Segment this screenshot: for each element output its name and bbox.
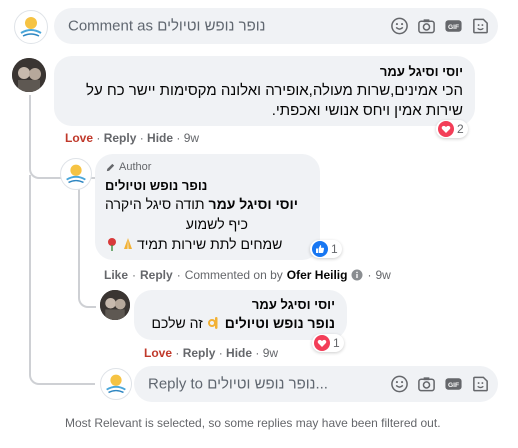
reply-button[interactable]: Reply xyxy=(104,131,137,145)
reply-button[interactable]: Reply xyxy=(183,346,216,360)
pray-emoji-icon xyxy=(124,238,132,249)
commented-on-by-label: Commented on by xyxy=(184,268,283,282)
author-pencil-icon xyxy=(106,163,115,171)
svg-text:GIF: GIF xyxy=(448,24,459,31)
emoji-icon[interactable] xyxy=(390,17,409,36)
reaction-count-value: 2 xyxy=(457,122,464,136)
author-badge: Author xyxy=(105,161,151,173)
reply-text: זה שלכם xyxy=(151,315,203,331)
reply-actions: Love · Reply · Hide · 9w xyxy=(144,346,279,360)
page-avatar[interactable] xyxy=(14,10,48,44)
comment-author[interactable]: יוסי וסיגל עמר xyxy=(380,64,463,79)
love-button[interactable]: Love xyxy=(65,131,93,145)
reaction-count-value: 1 xyxy=(333,336,340,350)
comment-actions: Love · Reply · Hide · 9w xyxy=(65,131,200,145)
camera-icon[interactable] xyxy=(417,17,436,36)
reply-bubble: Author נופר נופש וטיולים יוסי וסיגל עמר … xyxy=(95,154,320,260)
avatar[interactable] xyxy=(100,290,130,320)
info-icon[interactable] xyxy=(351,269,363,281)
thread-line xyxy=(78,186,96,308)
heart-reaction-icon xyxy=(314,335,330,351)
like-button[interactable]: Like xyxy=(104,268,128,282)
emoji-icon[interactable] xyxy=(390,375,409,394)
timestamp[interactable]: 9w xyxy=(184,131,199,145)
timestamp[interactable]: 9w xyxy=(263,346,278,360)
reply-text: תודה סיגל היקרה xyxy=(105,196,205,212)
reply-text: שמחים לתת שירות תמיד xyxy=(137,236,283,252)
reply-input[interactable]: Reply to נופר נופש וטיולים... GIF xyxy=(134,366,498,402)
brand-logo-icon xyxy=(66,164,86,184)
reply-input-placeholder: Reply to נופר נופש וטיולים... xyxy=(148,375,328,393)
reply-text-line: כיף לשמוע xyxy=(185,216,248,232)
reaction-count[interactable]: 2 xyxy=(436,120,468,138)
comment-input[interactable]: Comment as נופר נופש וטיולים GIF xyxy=(54,8,498,44)
camera-icon[interactable] xyxy=(417,375,436,394)
timestamp[interactable]: 9w xyxy=(375,268,390,282)
reply-text-line: שמחים לתת שירות תמיד xyxy=(105,236,282,252)
reaction-count-value: 1 xyxy=(331,242,338,256)
heart-reaction-icon xyxy=(438,121,454,137)
reply-text-line: יוסי וסיגל עמר תודה סיגל היקרה xyxy=(105,196,298,212)
hide-button[interactable]: Hide xyxy=(147,131,173,145)
sticker-icon[interactable] xyxy=(471,17,490,36)
comment-input-placeholder: Comment as נופר נופש וטיולים xyxy=(68,17,266,35)
reply-author[interactable]: נופר נופש וטיולים xyxy=(105,178,207,193)
svg-text:GIF: GIF xyxy=(448,382,459,389)
gif-icon[interactable]: GIF xyxy=(444,17,463,36)
reply-author[interactable]: יוסי וסיגל עמר xyxy=(252,297,335,312)
page-avatar[interactable] xyxy=(60,158,92,190)
reaction-count[interactable]: 1 xyxy=(312,334,344,352)
user-photo-icon xyxy=(100,290,130,320)
reply-text-line: נופר נופש וטיולים זה שלכם xyxy=(152,315,335,331)
like-reaction-icon xyxy=(312,241,328,257)
reaction-count[interactable]: 1 xyxy=(310,240,342,258)
sticker-icon[interactable] xyxy=(471,375,490,394)
reply-button[interactable]: Reply xyxy=(140,268,173,282)
commenter-name[interactable]: Ofer Heilig xyxy=(287,268,348,282)
avatar[interactable] xyxy=(12,58,46,92)
author-badge-label: Author xyxy=(119,161,152,173)
comment-text-line: שירות אמין ויחס אנושי ואכפתי. xyxy=(271,102,463,119)
gif-icon[interactable]: GIF xyxy=(444,375,463,394)
user-photo-icon xyxy=(12,58,46,92)
comment-text-line: הכי אמינים,שרות מעולה,אופירה ואלונה מקסי… xyxy=(86,82,463,99)
mention-link[interactable]: נופר נופש וטיולים xyxy=(225,315,335,331)
brand-logo-icon xyxy=(106,374,126,394)
page-avatar[interactable] xyxy=(100,368,132,400)
love-button[interactable]: Love xyxy=(144,346,172,360)
mention-link[interactable]: יוסי וסיגל עמר xyxy=(209,196,299,212)
brand-logo-icon xyxy=(20,17,42,37)
rose-emoji-icon xyxy=(108,238,116,251)
hide-button[interactable]: Hide xyxy=(226,346,252,360)
reply-actions: Like · Reply · Commented on by Ofer Heilig… xyxy=(104,268,391,282)
ok-hand-emoji-icon xyxy=(207,317,218,329)
comment-bubble: יוסי וסיגל עמר הכי אמינים,שרות מעולה,אופ… xyxy=(54,56,475,126)
filter-notice: Most Relevant is selected, so some repli… xyxy=(65,416,441,430)
reply-bubble: יוסי וסיגל עמר נופר נופש וטיולים זה שלכם xyxy=(134,290,347,340)
